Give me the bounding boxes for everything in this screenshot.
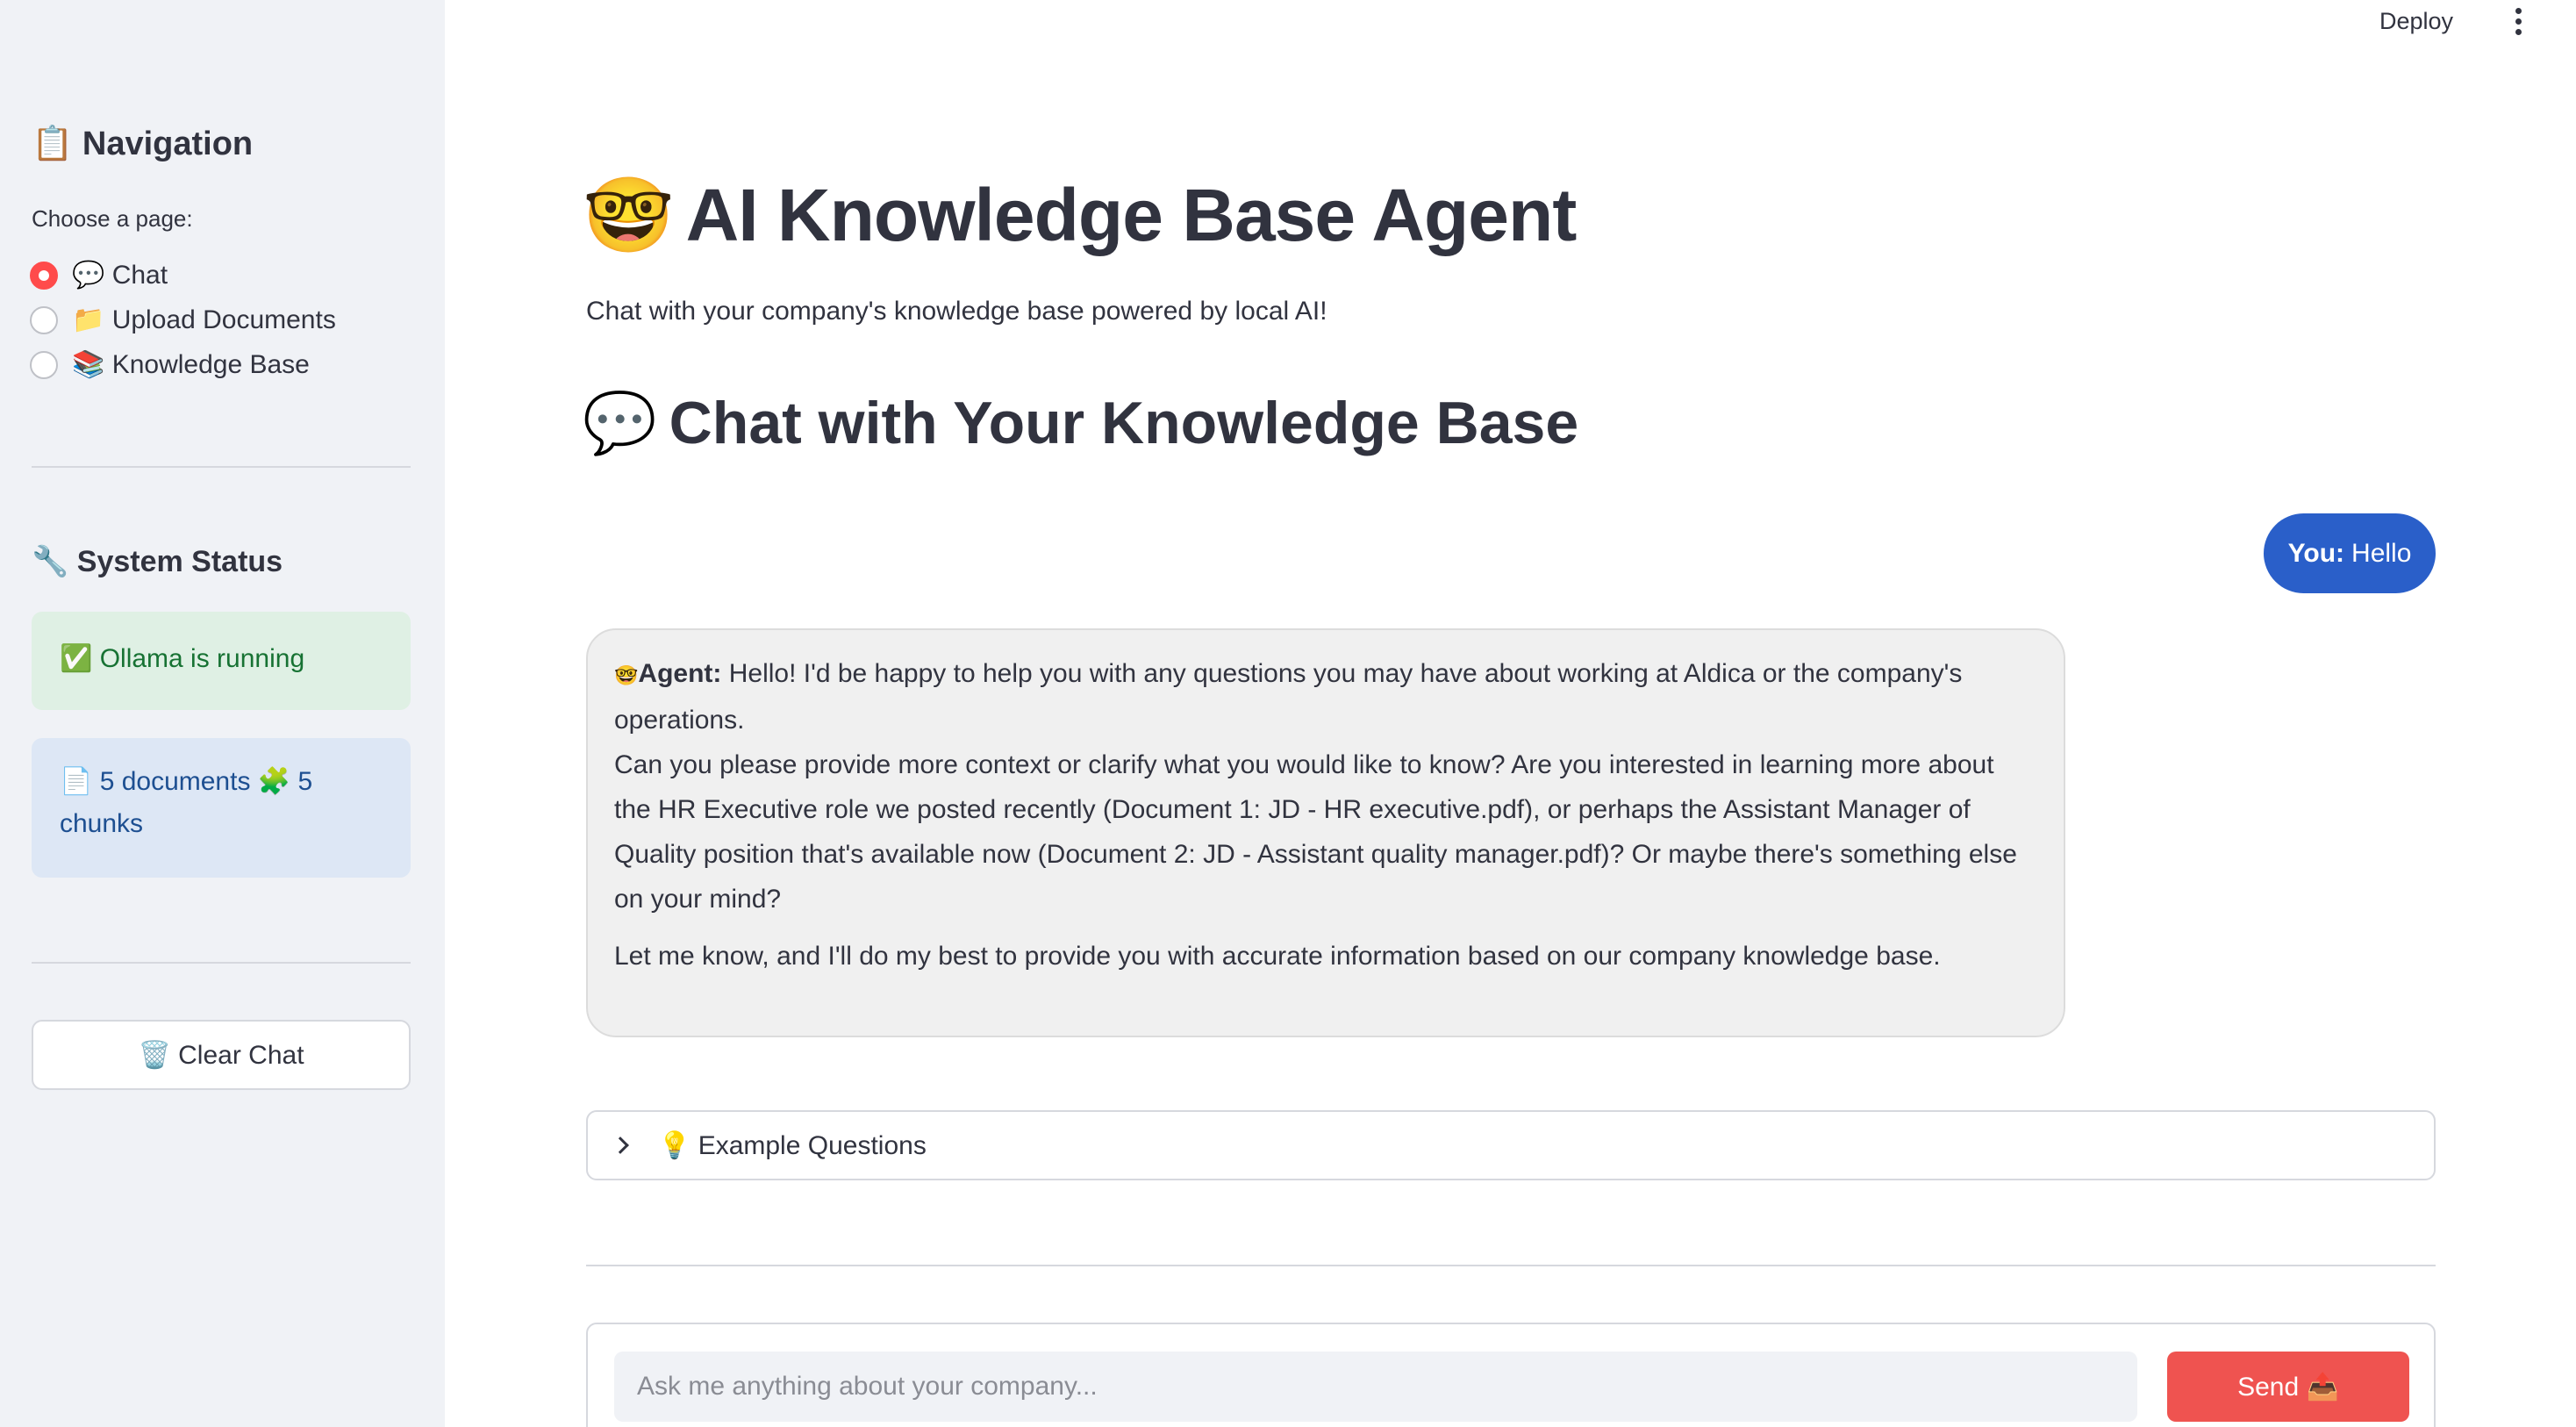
- sidebar-divider: [32, 466, 411, 468]
- agent-text-3: Let me know, and I'll do my best to prov…: [614, 942, 1941, 971]
- radio-label-chat: 💬 Chat: [72, 261, 168, 290]
- page-subtitle: Chat with your company's knowledge base …: [586, 297, 1327, 326]
- radio-selected-icon[interactable]: [30, 261, 58, 290]
- user-label: You:: [2287, 538, 2345, 568]
- kebab-menu-icon[interactable]: [2508, 5, 2529, 37]
- document-count-alert: 📄 5 documents 🧩 5 chunks: [32, 738, 411, 878]
- expander-label: 💡 Example Questions: [658, 1130, 927, 1160]
- nerd-face-icon: 🤓: [614, 664, 639, 686]
- nerd-face-icon: 🤓: [583, 174, 675, 256]
- chat-input[interactable]: [614, 1352, 2137, 1422]
- radio-option-chat[interactable]: 💬 Chat: [30, 253, 336, 298]
- radio-option-upload-documents[interactable]: 📁 Upload Documents: [30, 298, 336, 342]
- speech-bubble-icon: 💬: [583, 390, 657, 456]
- app-window: 📋 Navigation Choose a page: 💬 Chat 📁 Upl…: [0, 0, 2576, 1427]
- chat-section-title: 💬 Chat with Your Knowledge Base: [583, 388, 1578, 458]
- radio-label-knowledge-base: 📚 Knowledge Base: [72, 350, 310, 379]
- agent-message-paragraph: 🤓Agent: Hello! I'd be happy to help you …: [614, 651, 2037, 921]
- menu-dot: [2515, 28, 2522, 35]
- radio-unselected-icon[interactable]: [30, 350, 58, 379]
- chat-form: Send 📤: [586, 1323, 2436, 1427]
- main-divider: [586, 1265, 2436, 1266]
- chat-section-title-text: Chat with Your Knowledge Base: [669, 390, 1579, 456]
- sidebar: 📋 Navigation Choose a page: 💬 Chat 📁 Upl…: [0, 0, 445, 1427]
- radio-label-upload-documents: 📁 Upload Documents: [72, 305, 336, 334]
- send-button[interactable]: Send 📤: [2167, 1352, 2409, 1422]
- agent-label: Agent:: [638, 659, 722, 688]
- menu-dot: [2515, 18, 2522, 25]
- radio-unselected-icon[interactable]: [30, 305, 58, 334]
- example-questions-expander[interactable]: 💡 Example Questions: [586, 1110, 2436, 1180]
- menu-dot: [2515, 7, 2522, 14]
- user-message-text: Hello: [2351, 538, 2412, 568]
- chevron-right-icon: [612, 1137, 629, 1154]
- page-title: 🤓 AI Knowledge Base Agent: [583, 172, 1578, 259]
- agent-text-2: Can you please provide more context or c…: [614, 750, 2017, 914]
- navigation-heading: 📋 Navigation: [32, 125, 254, 162]
- agent-text-1: Hello! I'd be happy to help you with any…: [614, 659, 1963, 735]
- page-radio-group: 💬 Chat 📁 Upload Documents 📚 Knowledge Ba…: [30, 253, 336, 387]
- choose-page-label: Choose a page:: [32, 205, 193, 232]
- clear-chat-button[interactable]: 🗑️ Clear Chat: [32, 1020, 411, 1090]
- radio-option-knowledge-base[interactable]: 📚 Knowledge Base: [30, 342, 336, 387]
- system-status-heading: 🔧 System Status: [32, 545, 283, 578]
- agent-message: 🤓Agent: Hello! I'd be happy to help you …: [586, 628, 2065, 1037]
- ollama-status-alert: ✅ Ollama is running: [32, 612, 411, 710]
- page-title-text: AI Knowledge Base Agent: [685, 174, 1578, 256]
- user-message: You: Hello: [2264, 513, 2436, 593]
- deploy-button[interactable]: Deploy: [2379, 4, 2453, 39]
- sidebar-divider: [32, 962, 411, 964]
